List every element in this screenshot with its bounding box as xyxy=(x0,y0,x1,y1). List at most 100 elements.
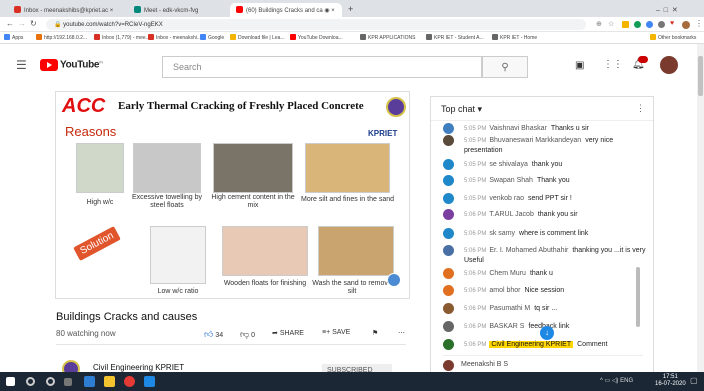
store-icon[interactable] xyxy=(144,376,155,387)
user-avatar[interactable] xyxy=(660,56,678,74)
chat-avatar[interactable] xyxy=(443,285,454,296)
bookmark-item[interactable]: http://192.168.0.2... xyxy=(36,34,87,41)
chat-timestamp: 5:06 PM xyxy=(464,271,487,277)
channel-name[interactable]: Civil Engineering KPRIET xyxy=(93,363,184,372)
chat-author[interactable]: Er. I. Mohamed Abuthahir xyxy=(489,247,568,254)
chat-scrollbar[interactable] xyxy=(636,267,640,327)
bookmark-item[interactable]: Inbox - meenakshi... xyxy=(148,34,201,41)
chat-avatar[interactable] xyxy=(443,321,454,332)
chat-avatar[interactable] xyxy=(443,268,454,279)
zoom-icon[interactable]: ⊕ xyxy=(596,20,602,28)
window-controls[interactable]: – □ ✕ xyxy=(650,3,700,17)
page-scrollbar-thumb[interactable] xyxy=(698,56,703,96)
url-field[interactable]: 🔒 youtube.com/watch?v=RCIeV-ngEKX xyxy=(46,19,586,30)
new-tab-button[interactable]: + xyxy=(344,3,360,17)
windows-start-icon[interactable] xyxy=(6,377,15,386)
back-arrow-icon[interactable]: ← xyxy=(6,19,14,28)
chat-author[interactable]: se shivalaya xyxy=(489,161,528,168)
forward-arrow-icon[interactable]: → xyxy=(18,19,26,28)
extension-icon[interactable] xyxy=(634,21,641,28)
chat-text: thank u xyxy=(529,270,553,277)
search-icon[interactable] xyxy=(26,377,35,386)
bookmark-item[interactable]: Inbox (1,779) - mee... xyxy=(94,34,150,41)
chat-author[interactable]: amol bhor xyxy=(489,287,520,294)
play-icon xyxy=(40,59,58,71)
like-button[interactable]: 👍︎ 34 xyxy=(204,329,223,340)
extension-icon[interactable] xyxy=(646,21,653,28)
chat-timestamp: 5:06 PM xyxy=(464,342,487,348)
star-icon[interactable]: ☆ xyxy=(608,20,614,28)
tab-gmail[interactable]: Inbox - meenakshibs@kpriet.ac × xyxy=(8,3,126,17)
reload-icon[interactable]: ↻ xyxy=(30,19,37,28)
bookmarks-bar: Apps http://192.168.0.2... Inbox (1,779)… xyxy=(0,32,704,44)
chat-menu-icon[interactable]: ⋮ xyxy=(636,103,645,114)
chat-avatar[interactable] xyxy=(443,175,454,186)
task-view-icon[interactable] xyxy=(64,378,72,386)
bookmark-other[interactable]: Other bookmarks xyxy=(650,34,696,41)
cortana-icon[interactable] xyxy=(46,377,55,386)
chat-avatar[interactable] xyxy=(443,209,454,220)
tray-icons[interactable]: ^ ▭ ◁) ENG xyxy=(600,377,633,384)
silt-jars-image xyxy=(305,143,390,193)
address-bar-row: ← → ↻ 🔒 youtube.com/watch?v=RCIeV-ngEKX … xyxy=(0,17,704,32)
bookmark-item[interactable]: Download file | Lea... xyxy=(230,34,285,41)
bookmark-item[interactable]: KPR IET - Student A... xyxy=(426,34,484,41)
chat-avatar[interactable] xyxy=(443,339,454,350)
browser-menu-icon[interactable]: ⋮ xyxy=(695,19,703,28)
clock[interactable]: 17:51 16-07-2020 xyxy=(655,374,686,388)
apps-grid-icon[interactable]: ⋮⋮ xyxy=(603,59,623,70)
profile-avatar[interactable] xyxy=(682,21,690,29)
hamburger-menu-icon[interactable]: ☰ xyxy=(16,58,27,72)
bookmark-item[interactable]: YouTube Downloa... xyxy=(290,34,343,41)
chat-timestamp: 5:05 PM xyxy=(464,196,487,202)
chat-avatar[interactable] xyxy=(443,245,454,256)
bookmark-item[interactable]: KPR IET - Home xyxy=(492,34,537,41)
chat-avatar[interactable] xyxy=(443,159,454,170)
chat-author[interactable]: Civil Engineering KPRIET xyxy=(489,341,574,348)
chat-message-body: 5:06 PM Chem Muru thank u xyxy=(464,269,650,279)
report-button[interactable]: ⚑ xyxy=(372,329,378,337)
caption: High cement content in the mix xyxy=(211,194,295,209)
chrome-icon[interactable] xyxy=(124,376,135,387)
save-button[interactable]: ≡+ SAVE xyxy=(322,329,350,336)
chat-avatar[interactable] xyxy=(443,303,454,314)
chat-timestamp: 5:06 PM xyxy=(464,248,487,254)
chat-mode-dropdown[interactable]: Top chat ▾ xyxy=(441,104,482,114)
chat-author[interactable]: Swapan Shah xyxy=(489,177,533,184)
edge-icon[interactable] xyxy=(84,376,95,387)
chat-author[interactable]: Pasumathi M xyxy=(489,305,530,312)
chat-author[interactable]: Chem Muru xyxy=(489,270,526,277)
chat-author[interactable]: sk samy xyxy=(489,230,515,237)
caption: Wooden floats for finishing xyxy=(223,280,307,287)
extension-icon[interactable] xyxy=(658,21,665,28)
chat-message-body: 5:05 PM Bhuvaneswari Markkandeyan very nic… xyxy=(464,136,650,155)
chat-author[interactable]: Bhuvaneswari Markkandeyan xyxy=(489,137,581,144)
chat-author[interactable]: venkob rao xyxy=(489,195,524,202)
share-button[interactable]: ➦ SHARE xyxy=(272,329,304,337)
notifications-icon[interactable]: ▢ xyxy=(690,376,698,385)
scroll-down-arrow-icon[interactable]: ↓ xyxy=(540,326,554,340)
extension-icon[interactable] xyxy=(622,21,629,28)
file-explorer-icon[interactable] xyxy=(104,376,115,387)
chat-author[interactable]: BASKAR S xyxy=(489,323,524,330)
create-video-icon[interactable]: ▣ xyxy=(575,60,584,71)
youtube-logo[interactable]: YouTubeIN xyxy=(40,59,103,71)
bookmark-item[interactable]: Google xyxy=(200,34,224,41)
search-input[interactable]: Search xyxy=(162,56,482,78)
chat-author[interactable]: Vaishnavi Bhaskar xyxy=(489,125,546,132)
chat-avatar[interactable] xyxy=(443,193,454,204)
more-actions-button[interactable]: ⋯ xyxy=(398,329,405,337)
tab-youtube-active[interactable]: (60) Buildings Cracks and ca ◉ × xyxy=(230,3,342,17)
page-icon xyxy=(36,34,42,40)
chat-author[interactable]: T.ARUL Jacob xyxy=(489,211,533,218)
chat-avatar[interactable] xyxy=(443,228,454,239)
dislike-button[interactable]: 👎︎ 0 xyxy=(240,329,255,340)
bookmark-item[interactable]: KPR APPLICATIONS xyxy=(360,34,415,41)
tab-meet[interactable]: Meet - edk-vkcm-fvg xyxy=(128,3,228,17)
video-title: Buildings Cracks and causes xyxy=(56,311,198,323)
bookmark-apps[interactable]: Apps xyxy=(4,34,23,41)
chat-avatar[interactable] xyxy=(443,135,454,146)
search-button[interactable]: ⚲ xyxy=(482,56,528,78)
chat-avatar[interactable] xyxy=(443,123,454,134)
heart-icon[interactable]: ♥ xyxy=(670,20,674,27)
